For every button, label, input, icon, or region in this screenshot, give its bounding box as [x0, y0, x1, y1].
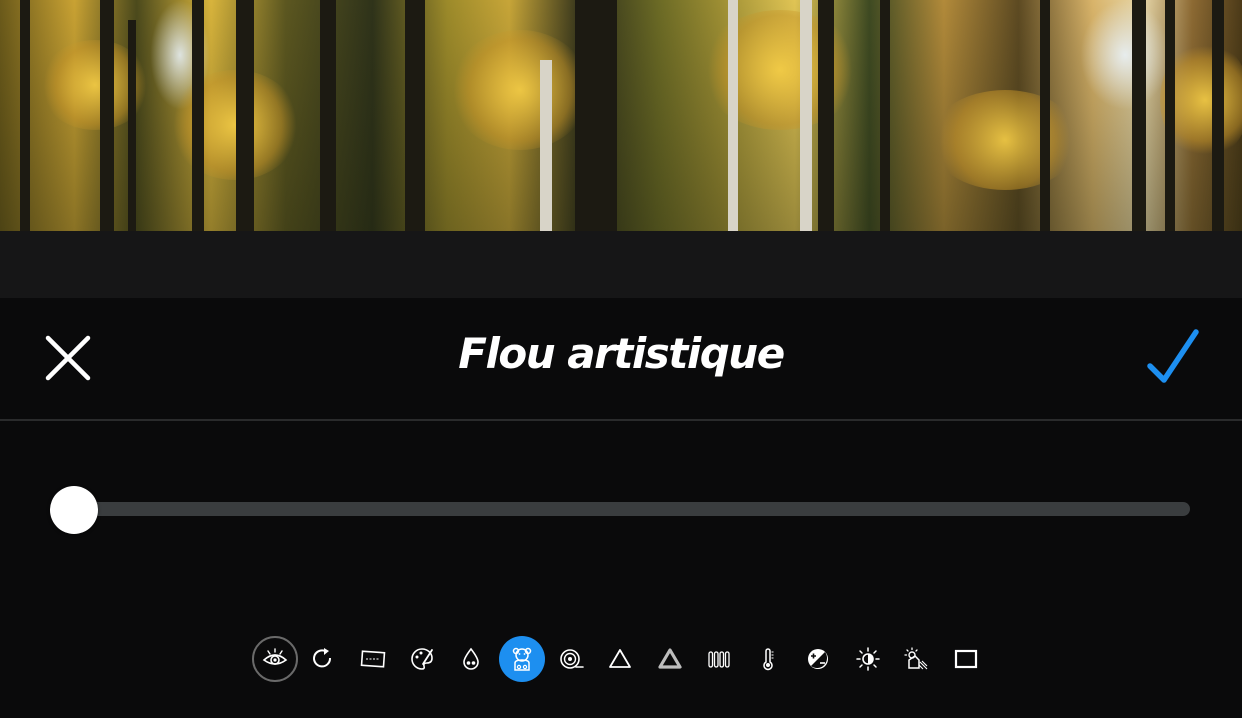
exposure-icon [808, 649, 828, 669]
rotate-icon [313, 648, 332, 668]
triangle-icon [609, 649, 631, 668]
tool-vignette[interactable] [548, 636, 594, 682]
tool-frame[interactable] [943, 636, 989, 682]
close-icon [45, 335, 91, 381]
photo-tree-trunk [405, 0, 425, 231]
tool-shadows[interactable] [893, 636, 939, 682]
thermometer-icon [763, 648, 774, 671]
photo-tree-trunk [100, 0, 114, 231]
photo-tree-trunk [1132, 0, 1146, 231]
tool-bars[interactable] [696, 636, 742, 682]
tool-palette[interactable] [399, 636, 445, 682]
photo-foliage [450, 30, 590, 150]
frame-icon [954, 649, 978, 669]
photo-tree-trunk [818, 0, 834, 231]
photo-tree-trunk [320, 0, 336, 231]
sun-icon [856, 647, 880, 671]
tool-bear[interactable] [499, 636, 545, 682]
checkmark-icon [1147, 329, 1199, 383]
photo-tree-trunk [800, 0, 812, 231]
bars-icon [708, 651, 730, 668]
tool-sharpen[interactable] [647, 636, 693, 682]
tool-triangle[interactable] [597, 636, 643, 682]
tool-bar [0, 630, 1242, 686]
tool-temperature[interactable] [745, 636, 791, 682]
slider-track[interactable] [74, 502, 1190, 516]
photo-foliage [170, 70, 300, 180]
bear-icon [512, 647, 532, 671]
tool-title: Flou artistique [458, 329, 785, 378]
eye-icon [262, 648, 288, 665]
photo-tree-trunk [192, 0, 204, 231]
photo-foliage [930, 90, 1080, 190]
tool-brightness[interactable] [845, 636, 891, 682]
blur-intensity-slider[interactable] [50, 486, 1192, 534]
sharpen-triangle-icon [658, 648, 682, 669]
photo-tree-trunk [1165, 0, 1175, 231]
tool-drops[interactable] [448, 636, 494, 682]
crop-icon [360, 650, 386, 668]
preview-bottom-strip [0, 231, 1242, 298]
close-button[interactable] [40, 330, 96, 386]
tool-exposure[interactable] [795, 636, 841, 682]
photo-sky-highlight [1080, 0, 1170, 110]
photo-tree-trunk [20, 0, 30, 231]
photo-tree-trunk [128, 20, 136, 231]
header-divider [0, 419, 1242, 421]
photo-tree-trunk [728, 0, 738, 231]
tool-rotate[interactable] [300, 636, 346, 682]
photo-tree-trunk [1212, 0, 1224, 231]
photo-preview [0, 0, 1242, 231]
photo-tree-trunk [540, 60, 552, 231]
slider-thumb[interactable] [50, 486, 98, 534]
photo-tree-trunk [575, 0, 617, 231]
shadow-icon [904, 647, 928, 670]
tool-crop[interactable] [350, 636, 396, 682]
photo-tree-trunk [1040, 0, 1050, 231]
photo-tree-trunk [236, 0, 254, 231]
tool-eye[interactable] [252, 636, 298, 682]
confirm-button[interactable] [1140, 326, 1204, 390]
photo-tree-trunk [880, 0, 890, 231]
vignette-icon [560, 649, 584, 669]
photo-foliage [700, 10, 860, 130]
palette-icon [411, 648, 433, 670]
drops-icon [463, 647, 479, 670]
